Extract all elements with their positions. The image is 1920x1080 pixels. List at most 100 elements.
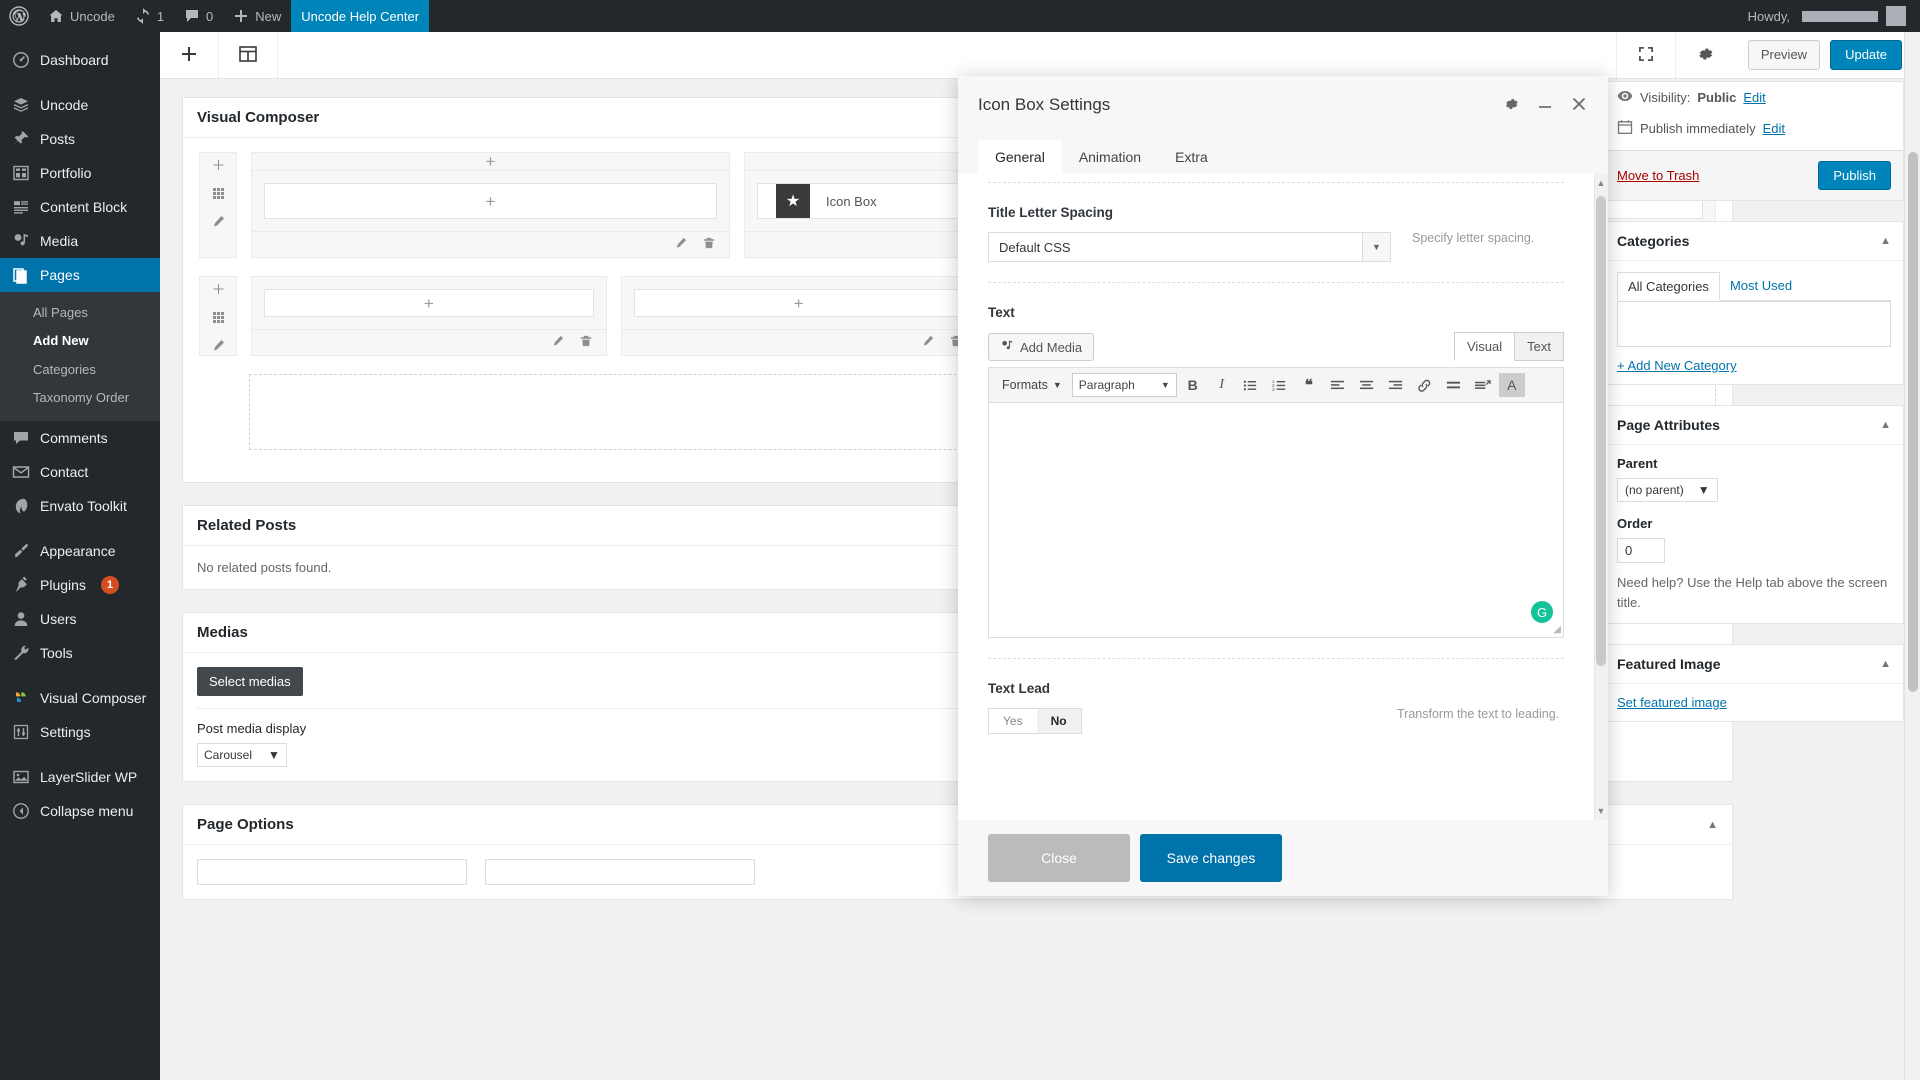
modal-scrollbar-thumb[interactable] xyxy=(1596,196,1606,666)
add-media-button[interactable]: Add Media xyxy=(988,333,1095,361)
vc-column[interactable]: + xyxy=(620,276,977,356)
chevron-up-icon[interactable]: ▲ xyxy=(1880,235,1891,247)
tab-most-used[interactable]: Most Used xyxy=(1720,272,1802,300)
minimize-icon[interactable] xyxy=(1536,95,1554,116)
italic-icon[interactable]: I xyxy=(1209,373,1235,397)
sidebar-item-contact[interactable]: Contact xyxy=(0,455,160,489)
chevron-down-icon[interactable]: ▼ xyxy=(1362,233,1390,261)
plus-icon[interactable]: + xyxy=(486,153,496,170)
sidebar-item-layerslider-wp[interactable]: LayerSlider WP xyxy=(0,760,160,794)
modal-scrollbar[interactable]: ▲ ▼ xyxy=(1594,174,1608,820)
sidebar-item-users[interactable]: Users xyxy=(0,602,160,636)
schedule-edit-link[interactable]: Edit xyxy=(1763,121,1785,136)
vc-element-placeholder[interactable]: + xyxy=(264,183,717,219)
bold-icon[interactable]: B xyxy=(1180,373,1206,397)
close-icon[interactable] xyxy=(1570,95,1588,116)
submenu-item-all-pages[interactable]: All Pages xyxy=(0,299,160,327)
add-new-category-link[interactable]: + Add New Category xyxy=(1617,358,1737,373)
publish-button[interactable]: Publish xyxy=(1818,161,1891,190)
scroll-down-arrow-icon[interactable]: ▼ xyxy=(1596,806,1606,816)
text-lead-toggle[interactable]: Yes No xyxy=(988,708,1082,734)
tab-text-editor[interactable]: Text xyxy=(1514,332,1564,361)
read-more-icon[interactable] xyxy=(1441,373,1467,397)
fullscreen-button[interactable] xyxy=(1615,32,1675,78)
sidebar-item-plugins[interactable]: Plugins 1 xyxy=(0,568,160,602)
sidebar-item-appearance[interactable]: Appearance xyxy=(0,534,160,568)
tab-general[interactable]: General xyxy=(978,140,1062,174)
tab-extra[interactable]: Extra xyxy=(1158,140,1225,174)
blockquote-icon[interactable]: ❝ xyxy=(1296,373,1322,397)
save-changes-button[interactable]: Save changes xyxy=(1140,834,1282,882)
edit-pencil-icon[interactable] xyxy=(212,339,225,355)
page-options-field-2[interactable] xyxy=(485,859,755,885)
preview-button[interactable]: Preview xyxy=(1747,40,1821,70)
vc-row-controls[interactable] xyxy=(199,152,237,258)
delete-trash-icon[interactable] xyxy=(580,335,592,350)
text-lead-option-no[interactable]: No xyxy=(1036,709,1081,733)
set-featured-image-link[interactable]: Set featured image xyxy=(1617,695,1727,710)
page-options-field-1[interactable] xyxy=(197,859,467,885)
account-area[interactable]: Howdy, xyxy=(1748,0,1920,32)
align-right-icon[interactable] xyxy=(1383,373,1409,397)
sidebar-item-content-block[interactable]: Content Block xyxy=(0,190,160,224)
grammarly-icon[interactable]: G xyxy=(1531,601,1553,623)
tab-all-categories[interactable]: All Categories xyxy=(1617,272,1720,301)
vc-element-placeholder[interactable]: + xyxy=(633,289,964,317)
sidebar-item-dashboard[interactable]: Dashboard xyxy=(0,43,160,77)
edit-pencil-icon[interactable] xyxy=(552,335,564,350)
featured-image-header[interactable]: Featured Image ▲ xyxy=(1605,645,1903,684)
formats-dropdown[interactable]: Formats ▼ xyxy=(995,373,1069,397)
insert-link-icon[interactable] xyxy=(1412,373,1438,397)
edit-pencil-icon[interactable] xyxy=(922,335,934,350)
sidebar-item-tools[interactable]: Tools xyxy=(0,636,160,670)
gear-icon[interactable] xyxy=(1502,95,1520,116)
categories-list[interactable] xyxy=(1617,301,1891,347)
sidebar-item-settings[interactable]: Settings xyxy=(0,715,160,749)
sidebar-item-uncode[interactable]: Uncode xyxy=(0,88,160,122)
toolbar-toggle-icon[interactable] xyxy=(1470,373,1496,397)
categories-header[interactable]: Categories ▲ xyxy=(1605,222,1903,261)
delete-trash-icon[interactable] xyxy=(703,237,715,252)
edit-pencil-icon[interactable] xyxy=(675,237,687,252)
text-lead-option-yes[interactable]: Yes xyxy=(989,709,1037,733)
post-media-display-select[interactable]: Carousel ▼ xyxy=(197,743,287,767)
grid-icon[interactable] xyxy=(212,311,225,327)
site-name-menu[interactable]: Uncode xyxy=(38,0,125,32)
plus-icon[interactable] xyxy=(212,159,225,175)
sidebar-item-pages[interactable]: Pages xyxy=(0,258,160,292)
edit-pencil-icon[interactable] xyxy=(212,215,225,231)
templates-button[interactable] xyxy=(219,32,278,78)
paragraph-select[interactable]: Paragraph ▼ xyxy=(1071,373,1177,397)
chevron-up-icon[interactable]: ▲ xyxy=(1880,419,1891,431)
vc-column-add[interactable]: + xyxy=(252,153,729,171)
order-input[interactable]: 0 xyxy=(1617,538,1665,563)
parent-select[interactable]: (no parent) ▼ xyxy=(1617,478,1718,502)
submenu-item-add-new[interactable]: Add New xyxy=(0,327,160,355)
plus-icon[interactable]: + xyxy=(794,295,804,312)
comments-menu[interactable]: 0 xyxy=(174,0,223,32)
tab-visual-editor[interactable]: Visual xyxy=(1453,332,1516,361)
scroll-up-arrow-icon[interactable]: ▲ xyxy=(1596,178,1606,188)
current-page-menu[interactable]: Uncode Help Center xyxy=(291,0,430,32)
page-attributes-header[interactable]: Page Attributes ▲ xyxy=(1605,406,1903,445)
submenu-item-categories[interactable]: Categories xyxy=(0,356,160,384)
sidebar-item-visual-composer[interactable]: Visual Composer xyxy=(0,681,160,715)
updates-menu[interactable]: 1 xyxy=(125,0,174,32)
page-settings-button[interactable] xyxy=(1674,32,1734,78)
page-scrollbar[interactable] xyxy=(1904,32,1920,1080)
sidebar-item-posts[interactable]: Posts xyxy=(0,122,160,156)
plus-icon[interactable]: + xyxy=(424,295,434,312)
text-color-icon[interactable]: A xyxy=(1498,373,1525,397)
sidebar-item-envato-toolkit[interactable]: Envato Toolkit xyxy=(0,489,160,523)
page-scrollbar-thumb[interactable] xyxy=(1908,152,1918,692)
bulleted-list-icon[interactable] xyxy=(1238,373,1264,397)
numbered-list-icon[interactable]: 123 xyxy=(1267,373,1293,397)
select-medias-button[interactable]: Select medias xyxy=(197,667,303,696)
chevron-up-icon[interactable]: ▲ xyxy=(1707,819,1718,831)
vc-row-controls[interactable] xyxy=(199,276,237,356)
visibility-edit-link[interactable]: Edit xyxy=(1743,90,1765,105)
add-element-button[interactable] xyxy=(160,32,219,78)
align-left-icon[interactable] xyxy=(1325,373,1351,397)
sidebar-item-media[interactable]: Media xyxy=(0,224,160,258)
grid-icon[interactable] xyxy=(212,187,225,203)
